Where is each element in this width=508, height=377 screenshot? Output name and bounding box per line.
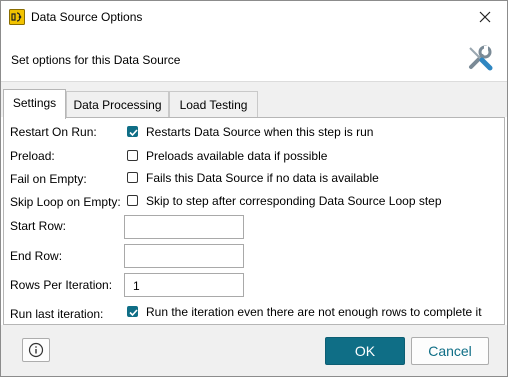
preload-text[interactable]: Preloads available data if possible [146, 149, 327, 163]
data-source-icon [9, 9, 25, 25]
restart-on-run-text[interactable]: Restarts Data Source when this step is r… [146, 125, 373, 139]
close-icon [479, 11, 491, 23]
tab-settings[interactable]: Settings [3, 89, 66, 119]
rows-per-iteration-label: Rows Per Iteration: [10, 278, 113, 292]
skip-loop-on-empty-checkbox[interactable] [127, 195, 138, 206]
title-bar[interactable]: Data Source Options [1, 1, 507, 33]
fail-on-empty-label: Fail on Empty: [10, 172, 87, 186]
info-icon [28, 342, 44, 358]
skip-loop-on-empty-text[interactable]: Skip to step after corresponding Data So… [146, 194, 442, 208]
fail-on-empty-text[interactable]: Fails this Data Source if no data is ava… [146, 171, 379, 185]
restart-on-run-checkbox[interactable] [127, 126, 138, 137]
start-row-label: Start Row: [10, 219, 67, 233]
run-last-iteration-label: Run last iteration: [10, 307, 104, 321]
end-row-label: End Row: [10, 249, 63, 263]
fail-on-empty-checkbox[interactable] [127, 172, 138, 183]
run-last-iteration-text[interactable]: Run the iteration even there are not eno… [146, 305, 482, 319]
tab-strip: Settings Data Processing Load Testing [1, 81, 507, 119]
close-button[interactable] [463, 1, 507, 33]
tab-data-processing[interactable]: Data Processing [66, 91, 169, 118]
ok-button[interactable]: OK [325, 337, 405, 365]
dialog-footer: OK Cancel [1, 325, 507, 376]
run-last-iteration-checkbox[interactable] [127, 306, 138, 317]
skip-loop-on-empty-label: Skip Loop on Empty: [10, 195, 121, 209]
dialog-header: Set options for this Data Source [1, 33, 507, 81]
rows-per-iteration-input[interactable]: 1 [124, 273, 244, 297]
tab-load-testing[interactable]: Load Testing [169, 91, 258, 118]
preload-label: Preload: [10, 149, 55, 163]
info-button[interactable] [22, 338, 50, 362]
dialog-window: Data Source Options Set options for this… [0, 0, 508, 377]
restart-on-run-label: Restart On Run: [10, 125, 97, 139]
end-row-input[interactable] [124, 244, 244, 268]
tools-icon [465, 43, 495, 73]
header-description: Set options for this Data Source [11, 53, 181, 67]
settings-panel: Restart On Run: Restarts Data Source whe… [3, 117, 505, 325]
preload-checkbox[interactable] [127, 150, 138, 161]
window-title: Data Source Options [31, 10, 143, 24]
cancel-button[interactable]: Cancel [411, 337, 489, 365]
start-row-input[interactable] [124, 215, 244, 239]
